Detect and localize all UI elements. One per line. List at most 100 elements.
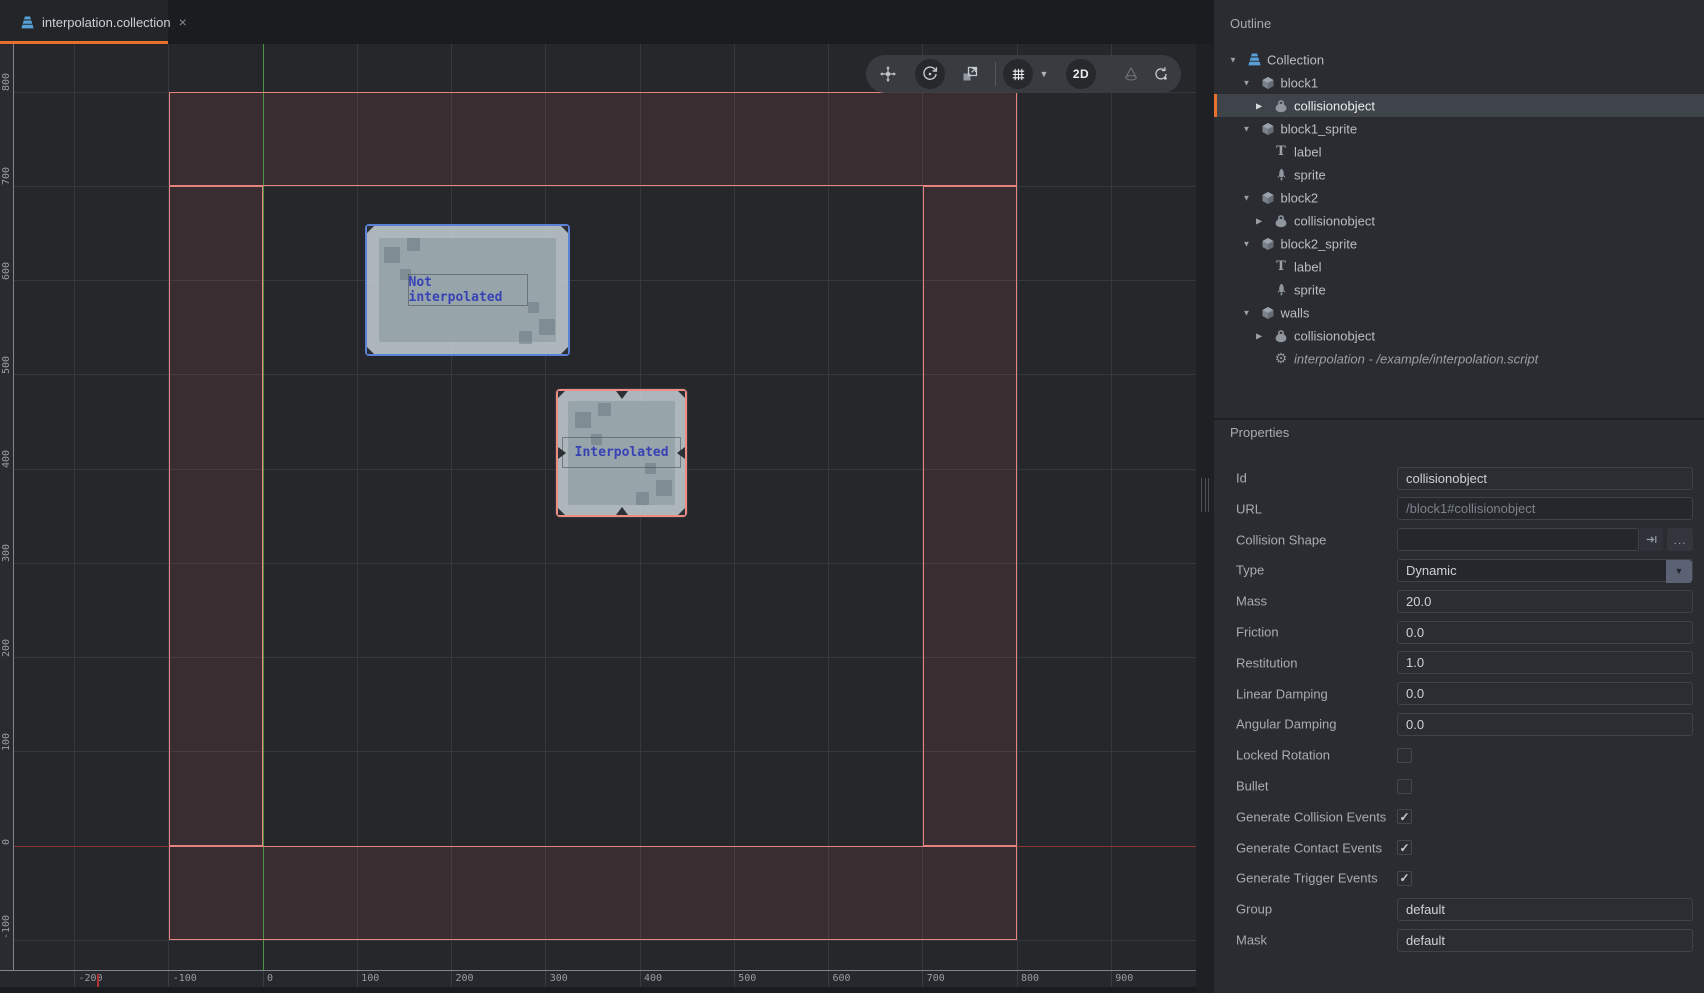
label-icon: T bbox=[1273, 144, 1289, 160]
collision-shape-browse-button[interactable]: ... bbox=[1667, 528, 1693, 551]
block2-corner-handle[interactable] bbox=[558, 391, 565, 398]
outline-node-sprite[interactable]: sprite bbox=[1214, 278, 1704, 301]
block2-corner-handle[interactable] bbox=[678, 391, 685, 398]
move-icon bbox=[879, 65, 897, 83]
block1[interactable]: Not interpolated bbox=[365, 224, 570, 356]
generate-collision-events-checkbox-checked[interactable]: ✓ bbox=[1397, 809, 1412, 824]
tree-collapse-arrow[interactable]: ▶ bbox=[1256, 331, 1262, 340]
outline-node-Collection[interactable]: ▼Collection bbox=[1214, 48, 1704, 71]
friction-field[interactable]: 0.0 bbox=[1397, 621, 1693, 644]
panel-resize-grip[interactable] bbox=[1201, 478, 1209, 512]
block2-edge-handle[interactable] bbox=[616, 391, 628, 399]
collision-icon bbox=[1273, 328, 1289, 344]
right-panel: Outline ▼Collection▼block1▶collisionobje… bbox=[1214, 0, 1704, 993]
scene-canvas[interactable]: Not interpolated Interpolated ▼ 2D bbox=[14, 44, 1196, 970]
outline-node-collisionobject[interactable]: ▶collisionobject bbox=[1214, 94, 1704, 117]
outline-node-label: block1_sprite bbox=[1281, 121, 1358, 136]
ruler-label: 700 bbox=[927, 973, 945, 984]
locked-rotation-checkbox[interactable] bbox=[1397, 748, 1412, 763]
close-icon[interactable]: × bbox=[179, 15, 187, 29]
property-row-bullet: Bullet bbox=[1214, 775, 1704, 798]
block1-corner-handle[interactable] bbox=[561, 226, 568, 233]
outline-node-block1_sprite[interactable]: ▼ block1_sprite bbox=[1214, 117, 1704, 140]
property-label: Group bbox=[1236, 902, 1272, 917]
block1-corner-handle[interactable] bbox=[367, 347, 374, 354]
tree-expand-arrow[interactable]: ▼ bbox=[1243, 193, 1251, 202]
outline-node-walls[interactable]: ▼ walls bbox=[1214, 301, 1704, 324]
group-field[interactable]: default bbox=[1397, 898, 1693, 921]
ruler-label: 300 bbox=[550, 973, 568, 984]
refresh-camera-button[interactable] bbox=[1153, 66, 1170, 83]
mass-field[interactable]: 20.0 bbox=[1397, 590, 1693, 613]
view-mode-2d-button[interactable]: 2D bbox=[1066, 59, 1096, 89]
property-label: Restitution bbox=[1236, 655, 1297, 670]
linear-damping-field[interactable]: 0.0 bbox=[1397, 682, 1693, 705]
grid-menu-caret[interactable]: ▼ bbox=[1040, 69, 1049, 79]
perspective-icon bbox=[1123, 66, 1140, 83]
block2-corner-handle[interactable] bbox=[678, 508, 685, 515]
grid-line-vertical bbox=[1111, 44, 1112, 970]
tree-collapse-arrow[interactable]: ▶ bbox=[1256, 216, 1262, 225]
vertical-ruler: 8007006005004003002001000-100 bbox=[0, 44, 14, 970]
property-row-generate-collision-events: Generate Collision Events✓ bbox=[1214, 805, 1704, 828]
grid-toggle-button[interactable] bbox=[1003, 59, 1033, 89]
restitution-field[interactable]: 1.0 bbox=[1397, 651, 1693, 674]
ruler-label: 800 bbox=[0, 51, 13, 91]
generate-trigger-events-checkbox-checked[interactable]: ✓ bbox=[1397, 871, 1412, 886]
property-label: Generate Contact Events bbox=[1236, 840, 1382, 855]
angular-damping-field[interactable]: 0.0 bbox=[1397, 713, 1693, 736]
ruler-tick bbox=[357, 971, 358, 987]
block1-deco-square bbox=[519, 331, 532, 344]
block2-edge-handle[interactable] bbox=[616, 507, 628, 515]
block1-corner-handle[interactable] bbox=[367, 226, 374, 233]
collision-shape-jump-button[interactable] bbox=[1640, 528, 1663, 551]
mask-field[interactable]: default bbox=[1397, 929, 1693, 952]
collision-shape-field[interactable] bbox=[1397, 528, 1639, 551]
tree-expand-arrow[interactable]: ▼ bbox=[1243, 78, 1251, 87]
scale-tool-button[interactable] bbox=[961, 65, 979, 83]
bullet-checkbox[interactable] bbox=[1397, 779, 1412, 794]
tab-interpolation-collection[interactable]: interpolation.collection × bbox=[0, 0, 168, 44]
block2[interactable]: Interpolated bbox=[556, 389, 687, 517]
rotate-tool-button[interactable] bbox=[915, 59, 945, 89]
ruler-tick bbox=[1017, 971, 1018, 987]
wall-bottom-outline bbox=[169, 846, 1017, 940]
generate-contact-events-checkbox-checked[interactable]: ✓ bbox=[1397, 840, 1412, 855]
block2-edge-handle[interactable] bbox=[558, 447, 566, 459]
outline-node-collisionobject[interactable]: ▶collisionobject bbox=[1214, 324, 1704, 347]
tree-expand-arrow[interactable]: ▼ bbox=[1229, 55, 1237, 64]
type-dropdown-arrow[interactable]: ▼ bbox=[1666, 560, 1692, 583]
property-label: URL bbox=[1236, 501, 1262, 516]
panel-resize-gutter[interactable] bbox=[1196, 44, 1214, 993]
block1-label-box: Not interpolated bbox=[408, 274, 528, 306]
tree-collapse-arrow[interactable]: ▶ bbox=[1256, 101, 1262, 110]
block2-corner-handle[interactable] bbox=[558, 508, 565, 515]
property-row-linear-damping: Linear Damping0.0 bbox=[1214, 682, 1704, 705]
move-tool-button[interactable] bbox=[879, 65, 897, 83]
block1-deco-square bbox=[528, 302, 539, 313]
outline-node-label[interactable]: Tlabel bbox=[1214, 140, 1704, 163]
block1-corner-handle[interactable] bbox=[561, 347, 568, 354]
property-row-collision-shape: Collision Shape... bbox=[1214, 528, 1704, 551]
outline-node-block2[interactable]: ▼block2 bbox=[1214, 186, 1704, 209]
outline-node-label: label bbox=[1294, 259, 1321, 274]
id-field[interactable]: collisionobject bbox=[1397, 467, 1693, 490]
type-select[interactable]: Dynamic▼ bbox=[1397, 559, 1693, 582]
outline-node-label: interpolation - /example/interpolation.s… bbox=[1294, 351, 1538, 366]
perspective-toggle-button[interactable] bbox=[1123, 66, 1140, 83]
url-field[interactable]: /block1#collisionobject bbox=[1397, 497, 1693, 520]
outline-node-interpolation[interactable]: ⚙interpolation - /example/interpolation.… bbox=[1214, 347, 1704, 370]
outline-node-label: walls bbox=[1281, 305, 1310, 320]
outline-node-label: collisionobject bbox=[1294, 213, 1375, 228]
outline-node-block2_sprite[interactable]: ▼block2_sprite bbox=[1214, 232, 1704, 255]
property-label: Angular Damping bbox=[1236, 717, 1336, 732]
outline-node-sprite[interactable]: sprite bbox=[1214, 163, 1704, 186]
ruler-tick bbox=[828, 971, 829, 987]
outline-node-block1[interactable]: ▼block1 bbox=[1214, 71, 1704, 94]
tree-expand-arrow[interactable]: ▼ bbox=[1243, 308, 1251, 317]
outline-node-collisionobject[interactable]: ▶ collisionobject bbox=[1214, 209, 1704, 232]
outline-node-label[interactable]: Tlabel bbox=[1214, 255, 1704, 278]
block2-edge-handle[interactable] bbox=[677, 447, 685, 459]
tree-expand-arrow[interactable]: ▼ bbox=[1243, 124, 1251, 133]
tree-expand-arrow[interactable]: ▼ bbox=[1243, 239, 1251, 248]
